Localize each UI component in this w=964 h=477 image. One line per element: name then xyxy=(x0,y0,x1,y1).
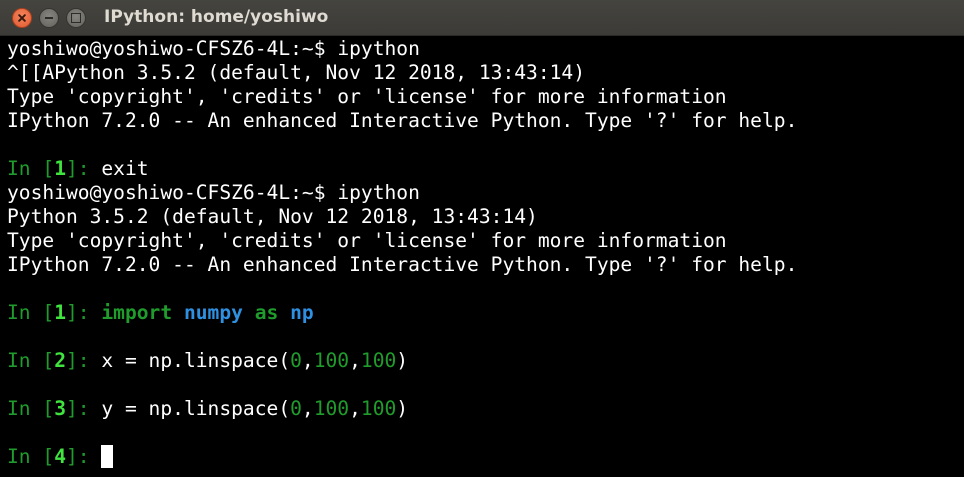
code-text: ) xyxy=(396,397,409,420)
code-text: x = np.linspace( xyxy=(101,349,291,372)
shell-prompt: yoshiwo@yoshiwo-CFSZ6-4L:~$ xyxy=(7,37,338,60)
number-literal: 0 xyxy=(290,349,302,372)
text-cursor[interactable] xyxy=(101,445,114,468)
number-literal: 0 xyxy=(290,397,302,420)
ipython-input-line[interactable]: In [4]: xyxy=(7,445,964,469)
in-prompt-close: ] xyxy=(65,157,78,180)
input-code: exit xyxy=(101,157,149,180)
in-prompt-number: 2 xyxy=(54,349,66,372)
in-prompt-close: ] xyxy=(65,445,78,468)
code-text: ) xyxy=(396,349,409,372)
code-text: , xyxy=(349,397,361,420)
in-prompt-close: ] xyxy=(65,349,78,372)
title-bar: IPython: home/yoshiwo xyxy=(0,0,964,36)
keyword-as: as xyxy=(254,301,279,324)
in-prompt-number: 3 xyxy=(54,397,66,420)
in-prompt-colon: : xyxy=(77,301,102,324)
ipython-input-line: In [1]: exit xyxy=(7,157,964,181)
close-icon[interactable] xyxy=(12,8,32,28)
number-literal: 100 xyxy=(360,397,397,420)
in-prompt-colon: : xyxy=(77,157,102,180)
terminal-output[interactable]: yoshiwo@yoshiwo-CFSZ6-4L:~$ ipython ^[[A… xyxy=(0,37,964,477)
code-text: y = np.linspace( xyxy=(101,397,291,420)
shell-line: yoshiwo@yoshiwo-CFSZ6-4L:~$ ipython xyxy=(7,37,964,61)
ipython-input-line: In [2]: x = np.linspace(0,100,100) xyxy=(7,349,964,373)
in-prompt-number: 1 xyxy=(54,157,66,180)
maximize-icon[interactable] xyxy=(66,8,86,28)
number-literal: 100 xyxy=(313,349,350,372)
minimize-icon[interactable] xyxy=(39,8,59,28)
code-text: , xyxy=(349,349,361,372)
in-prompt-close: ] xyxy=(65,301,78,324)
in-prompt-label: In [ xyxy=(7,301,55,324)
banner-line: Type 'copyright', 'credits' or 'license'… xyxy=(7,229,727,252)
banner-line: IPython 7.2.0 -- An enhanced Interactive… xyxy=(7,109,798,132)
in-prompt-label: In [ xyxy=(7,445,55,468)
in-prompt-number: 1 xyxy=(54,301,66,324)
ipython-input-line: In [1]: import numpy as np xyxy=(7,301,964,325)
window-title: IPython: home/yoshiwo xyxy=(104,7,329,27)
terminal-window: IPython: home/yoshiwo yoshiwo@yoshiwo-CF… xyxy=(0,0,964,477)
in-prompt-number: 4 xyxy=(54,445,66,468)
shell-command: ipython xyxy=(337,37,420,60)
banner-line: ^[[APython 3.5.2 (default, Nov 12 2018, … xyxy=(7,61,586,84)
in-prompt-close: ] xyxy=(65,397,78,420)
code-text: , xyxy=(301,397,314,420)
number-literal: 100 xyxy=(360,349,397,372)
in-prompt-label: In [ xyxy=(7,349,55,372)
shell-prompt: yoshiwo@yoshiwo-CFSZ6-4L:~$ xyxy=(7,181,338,204)
in-prompt-colon: : xyxy=(77,445,102,468)
in-prompt-label: In [ xyxy=(7,397,55,420)
banner-line: Type 'copyright', 'credits' or 'license'… xyxy=(7,85,727,108)
module-name: numpy xyxy=(183,301,243,324)
shell-line: yoshiwo@yoshiwo-CFSZ6-4L:~$ ipython xyxy=(7,181,964,205)
banner-line: IPython 7.2.0 -- An enhanced Interactive… xyxy=(7,253,798,276)
code-text: , xyxy=(301,349,314,372)
in-prompt-colon: : xyxy=(77,349,102,372)
in-prompt-label: In [ xyxy=(7,157,55,180)
module-alias: np xyxy=(290,301,314,324)
shell-command: ipython xyxy=(337,181,420,204)
ipython-input-line: In [3]: y = np.linspace(0,100,100) xyxy=(7,397,964,421)
in-prompt-colon: : xyxy=(77,397,102,420)
banner-line: Python 3.5.2 (default, Nov 12 2018, 13:4… xyxy=(7,205,538,228)
keyword-import: import xyxy=(101,301,173,324)
number-literal: 100 xyxy=(313,397,350,420)
